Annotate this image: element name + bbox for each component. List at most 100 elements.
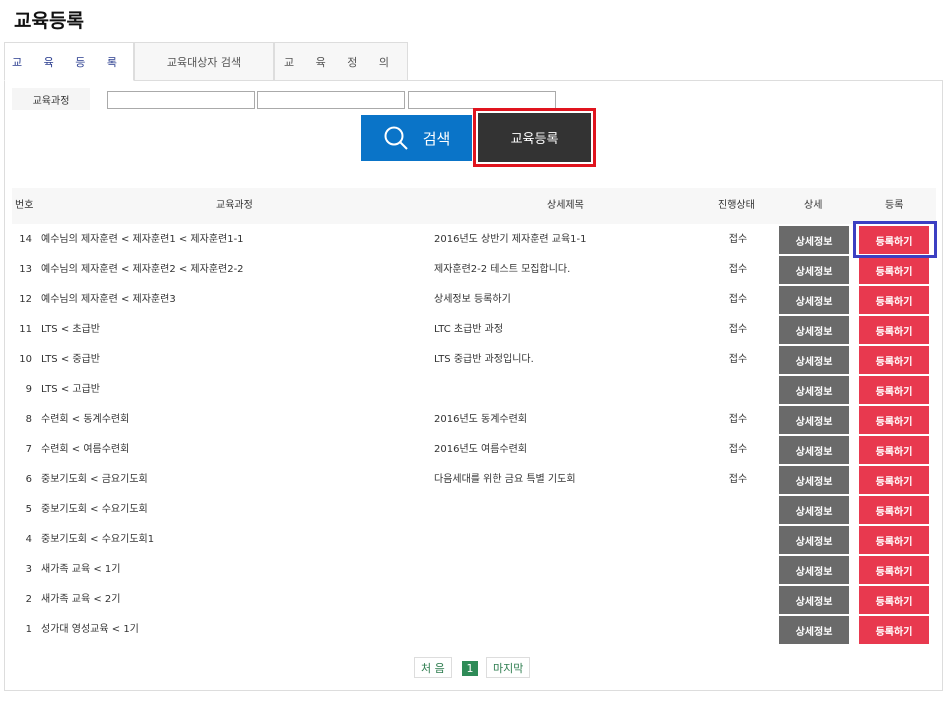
table-row: 1 성가대 영성교육 < 1기 상세정보 등록하기 <box>12 615 936 645</box>
row-number: 14 <box>19 234 32 245</box>
row-status <box>718 585 758 615</box>
detail-info-button[interactable]: 상세정보 <box>779 226 849 254</box>
highlight-box-red <box>473 108 596 167</box>
table-row: 4 중보기도회 < 수요기도회1 상세정보 등록하기 <box>12 525 936 555</box>
tab-education-definition[interactable]: 교 육 정 의 <box>274 42 408 81</box>
row-number: 9 <box>25 384 32 395</box>
row-detail-title: 다음세대를 위한 금요 특별 기도회 <box>434 474 576 485</box>
first-page-button[interactable]: 처 음 <box>414 657 452 678</box>
row-course: 수련회 < 동계수련회 <box>41 414 130 425</box>
register-button[interactable]: 등록하기 <box>859 286 929 314</box>
detail-info-button[interactable]: 상세정보 <box>779 316 849 344</box>
row-course: 예수님의 제자훈련 < 제자훈련2 < 제자훈련2-2 <box>41 264 244 275</box>
course-input-2[interactable] <box>257 91 405 109</box>
table-row: 7 수련회 < 여름수련회 2016년도 여름수련회 접수 상세정보 등록하기 <box>12 435 936 465</box>
row-number: 12 <box>19 294 32 305</box>
row-number: 11 <box>19 324 32 335</box>
register-button[interactable]: 등록하기 <box>859 526 929 554</box>
search-button-label: 검색 <box>422 129 451 148</box>
detail-info-button[interactable]: 상세정보 <box>779 406 849 434</box>
row-course: LTS < 초급반 <box>41 324 100 335</box>
row-course: 예수님의 제자훈련 < 제자훈련3 <box>41 294 176 305</box>
row-detail-title: 상세정보 등록하기 <box>434 294 511 305</box>
row-status: 접수 <box>728 294 748 305</box>
search-button[interactable]: 검색 <box>361 115 472 161</box>
row-number: 10 <box>19 354 32 365</box>
row-status: 접수 <box>728 444 748 455</box>
table-row: 8 수련회 < 동계수련회 2016년도 동계수련회 접수 상세정보 등록하기 <box>12 405 936 435</box>
detail-info-button[interactable]: 상세정보 <box>779 286 849 314</box>
last-page-button[interactable]: 마지막 <box>486 657 531 678</box>
register-button[interactable]: 등록하기 <box>859 316 929 344</box>
detail-info-button[interactable]: 상세정보 <box>779 616 849 644</box>
row-status <box>718 495 758 525</box>
table-row: 6 중보기도회 < 금요기도회 다음세대를 위한 금요 특별 기도회 접수 상세… <box>12 465 936 495</box>
row-number: 4 <box>25 534 32 545</box>
row-detail-title: LTC 초급반 과정 <box>434 324 504 335</box>
row-course: 새가족 교육 < 1기 <box>41 564 121 575</box>
row-course: 새가족 교육 < 2기 <box>41 594 121 605</box>
header-number: 번호 <box>15 200 34 211</box>
course-input-1[interactable] <box>107 91 255 109</box>
table-row: 13 예수님의 제자훈련 < 제자훈련2 < 제자훈련2-2 제자훈련2-2 테… <box>12 255 936 285</box>
header-detail-title: 상세제목 <box>547 200 584 211</box>
row-status: 접수 <box>728 474 748 485</box>
register-button[interactable]: 등록하기 <box>859 466 929 494</box>
register-button[interactable]: 등록하기 <box>859 406 929 434</box>
register-button[interactable]: 등록하기 <box>859 376 929 404</box>
row-status: 접수 <box>728 234 748 245</box>
detail-info-button[interactable]: 상세정보 <box>779 436 849 464</box>
table-header: 번호 교육과정 상세제목 진행상태 상세 등록 <box>12 188 936 224</box>
row-course: 중보기도회 < 수요기도회1 <box>41 534 155 545</box>
detail-info-button[interactable]: 상세정보 <box>779 496 849 524</box>
detail-info-button[interactable]: 상세정보 <box>779 526 849 554</box>
table-row: 5 중보기도회 < 수요기도회 상세정보 등록하기 <box>12 495 936 525</box>
row-course: 수련회 < 여름수련회 <box>41 444 130 455</box>
row-course: LTS < 고급반 <box>41 384 100 395</box>
register-button[interactable]: 등록하기 <box>859 496 929 524</box>
table-row: 10 LTS < 중급반 LTS 중급반 과정입니다. 접수 상세정보 등록하기 <box>12 345 936 375</box>
tab-education-register[interactable]: 교 육 등 록 <box>4 42 134 81</box>
register-button[interactable]: 등록하기 <box>859 556 929 584</box>
tab-target-search[interactable]: 교육대상자 검색 <box>134 42 274 81</box>
row-course: 중보기도회 < 수요기도회 <box>41 504 148 515</box>
detail-info-button[interactable]: 상세정보 <box>779 586 849 614</box>
row-course: 중보기도회 < 금요기도회 <box>41 474 148 485</box>
row-number: 3 <box>25 564 32 575</box>
search-icon <box>384 126 408 150</box>
row-number: 2 <box>25 594 32 605</box>
detail-info-button[interactable]: 상세정보 <box>779 376 849 404</box>
table-row: 12 예수님의 제자훈련 < 제자훈련3 상세정보 등록하기 접수 상세정보 등… <box>12 285 936 315</box>
row-status: 접수 <box>728 324 748 335</box>
detail-info-button[interactable]: 상세정보 <box>779 466 849 494</box>
row-detail-title: 2016년도 여름수련회 <box>434 444 528 455</box>
register-button[interactable]: 등록하기 <box>859 346 929 374</box>
row-course: 성가대 영성교육 < 1기 <box>41 624 139 635</box>
detail-info-button[interactable]: 상세정보 <box>779 556 849 584</box>
row-status: 접수 <box>728 414 748 425</box>
course-input-3[interactable] <box>408 91 556 109</box>
row-number: 5 <box>25 504 32 515</box>
table-row: 11 LTS < 초급반 LTC 초급반 과정 접수 상세정보 등록하기 <box>12 315 936 345</box>
row-detail-title: 2016년도 동계수련회 <box>434 414 528 425</box>
detail-info-button[interactable]: 상세정보 <box>779 346 849 374</box>
tab-bar: 교 육 등 록 교육대상자 검색 교 육 정 의 <box>4 42 408 81</box>
header-course: 교육과정 <box>216 200 253 211</box>
row-status: 접수 <box>728 264 748 275</box>
row-course: 예수님의 제자훈련 < 제자훈련1 < 제자훈련1-1 <box>41 234 244 245</box>
course-label: 교육과정 <box>12 88 90 110</box>
row-detail-title: 제자훈련2-2 테스트 모집합니다. <box>434 264 571 275</box>
row-detail-title: 2016년도 상반기 제자훈련 교육1-1 <box>434 234 587 245</box>
current-page[interactable]: 1 <box>462 661 478 676</box>
register-button[interactable]: 등록하기 <box>859 616 929 644</box>
register-button[interactable]: 등록하기 <box>859 436 929 464</box>
table-row: 9 LTS < 고급반 상세정보 등록하기 <box>12 375 936 405</box>
row-number: 8 <box>25 414 32 425</box>
detail-info-button[interactable]: 상세정보 <box>779 256 849 284</box>
table-row: 2 새가족 교육 < 2기 상세정보 등록하기 <box>12 585 936 615</box>
register-button[interactable]: 등록하기 <box>859 586 929 614</box>
row-number: 13 <box>19 264 32 275</box>
row-number: 6 <box>25 474 32 485</box>
table-row: 3 새가족 교육 < 1기 상세정보 등록하기 <box>12 555 936 585</box>
register-button[interactable]: 등록하기 <box>859 256 929 284</box>
